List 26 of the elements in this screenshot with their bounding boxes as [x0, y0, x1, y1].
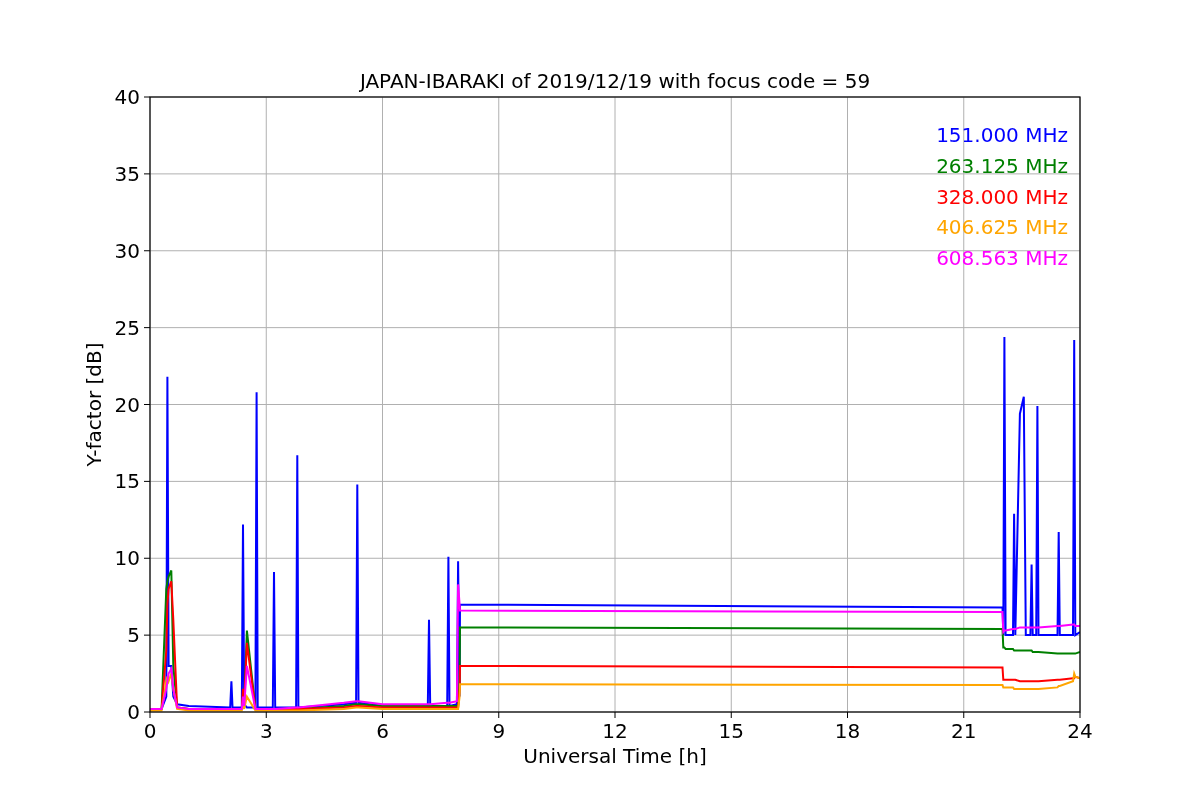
legend-label: 608.563 MHz — [936, 246, 1068, 271]
x-tick-label: 21 — [951, 719, 977, 743]
y-tick-label: 15 — [114, 469, 140, 494]
x-tick-label: 0 — [143, 719, 157, 743]
y-axis-label: Y-factor [dB] — [82, 342, 106, 467]
y-tick-label: 25 — [114, 315, 140, 340]
y-tick-label: 5 — [127, 623, 140, 648]
x-tick-label: 6 — [376, 719, 389, 743]
y-tick-label: 30 — [114, 238, 140, 263]
legend-label: 263.125 MHz — [936, 153, 1068, 178]
chart-title: JAPAN-IBARAKI of 2019/12/19 with focus code = 59 — [359, 69, 871, 93]
x-tick-label: 24 — [1067, 719, 1093, 743]
y-tick-label: 10 — [114, 546, 140, 571]
legend-label: 406.625 MHz — [936, 215, 1068, 240]
y-tick-label: 0 — [127, 700, 140, 724]
y-tick-label: 20 — [114, 392, 140, 417]
x-axis-label: Universal Time [h] — [523, 744, 707, 768]
legend-label: 328.000 MHz — [936, 184, 1068, 209]
x-tick-label: 15 — [718, 719, 744, 743]
x-tick-label: 18 — [834, 719, 861, 743]
x-tick-label: 9 — [492, 719, 506, 743]
y-tick-label: 35 — [114, 161, 140, 186]
x-tick-label: 3 — [259, 719, 273, 743]
y-tick-label: 40 — [114, 85, 140, 109]
legend-label: 151.000 MHz — [936, 123, 1068, 147]
x-tick-label: 12 — [602, 719, 628, 743]
